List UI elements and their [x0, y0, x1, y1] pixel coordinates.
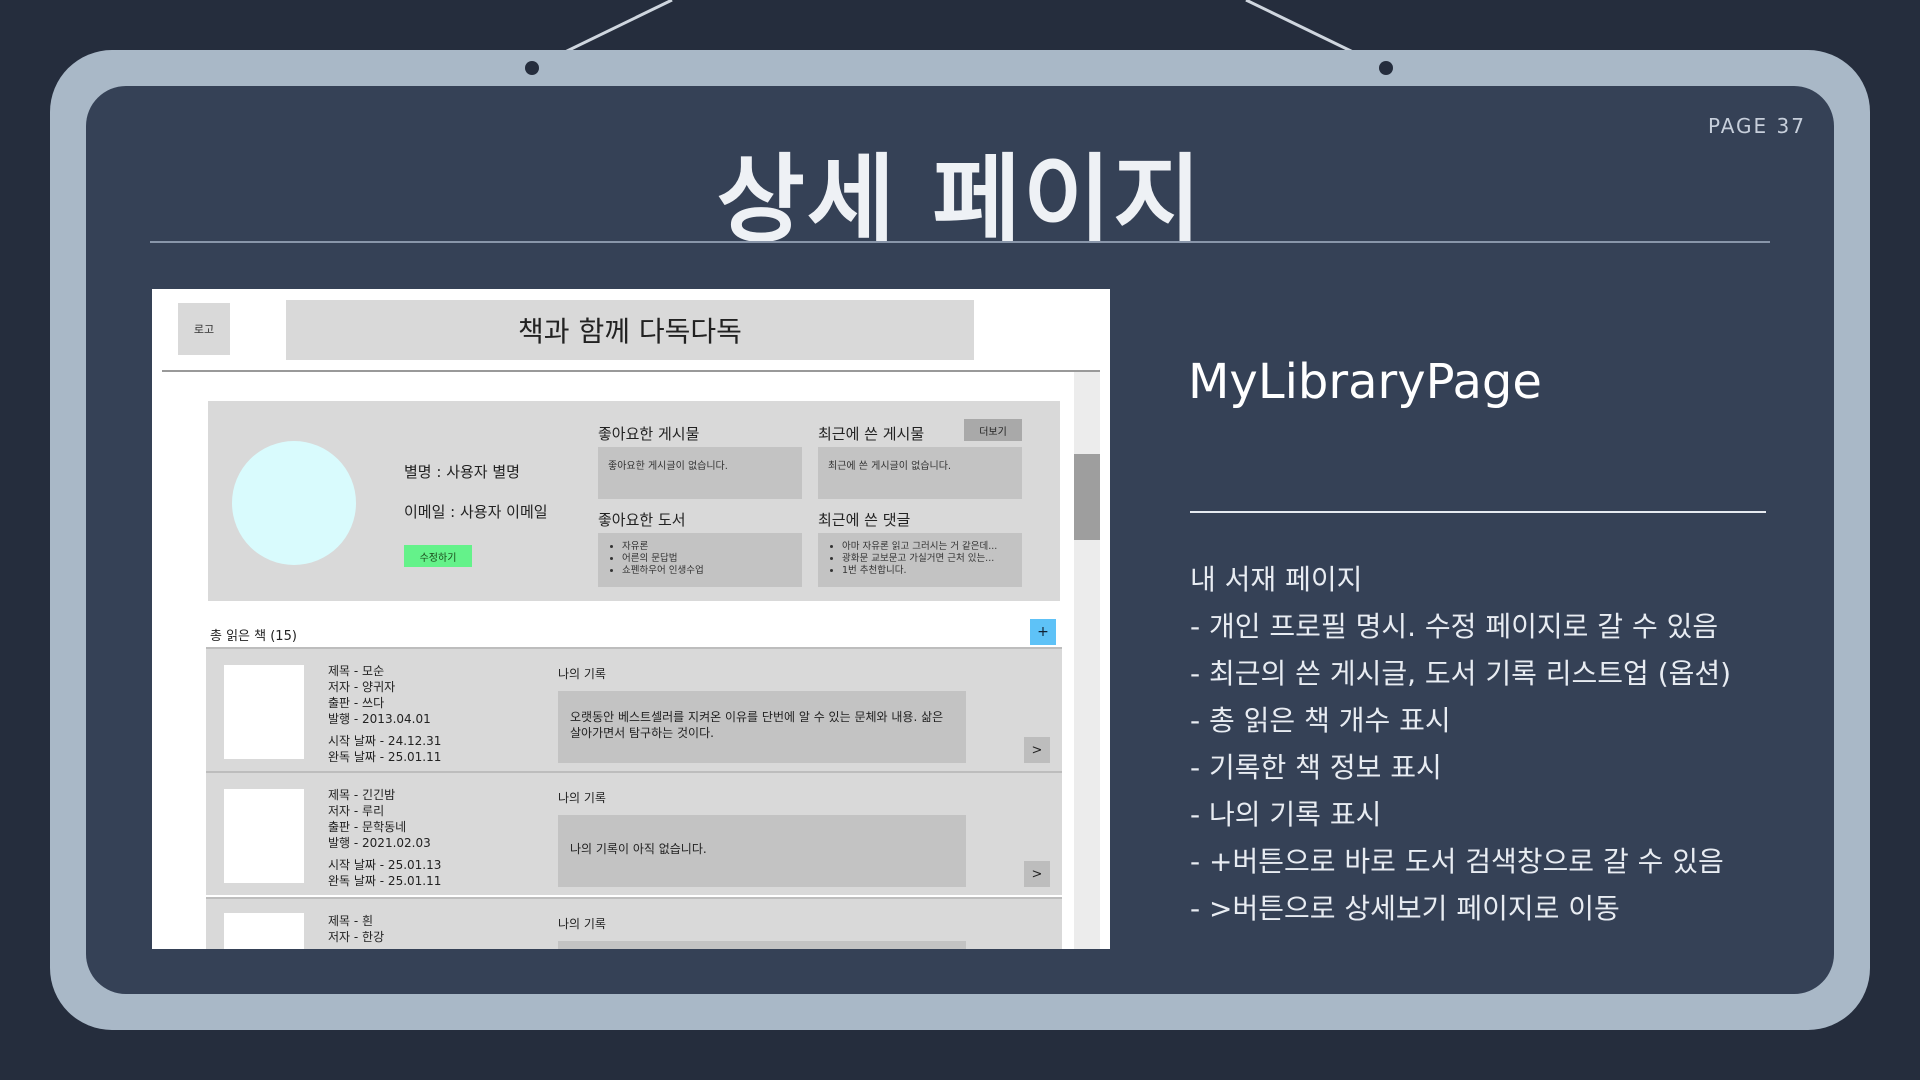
book-published: 발행 - 2021.02.03: [328, 836, 431, 850]
book-meta: 제목 - 모순 저자 - 양귀자 출판 - 쓰다 발행 - 2013.04.01…: [328, 663, 441, 765]
book-publisher: 출판 - 문학동네: [328, 820, 407, 834]
description-line: - 최근의 쓴 게시글, 도서 기록 리스트업 (옵션): [1190, 657, 1732, 690]
book-cover: [224, 789, 304, 883]
header-divider: [162, 370, 1100, 372]
list-item[interactable]: 쇼펜하우어 인생수업: [622, 565, 792, 577]
recent-comments-box: 아마 자유론 읽고 그러시는 거 같은데... 광화문 교보문고 가실거면 근처…: [818, 533, 1022, 587]
book-finish-date: 완독 날짜 - 25.01.11: [328, 750, 442, 764]
email-text: 이메일 : 사용자 이메일: [404, 503, 548, 521]
description-line: - 기록한 책 정보 표시: [1190, 751, 1442, 784]
profile-section: 별명 : 사용자 별명 이메일 : 사용자 이메일 수정하기 좋아요한 게시물 …: [208, 401, 1060, 601]
recent-posts-empty: 최근에 쓴 게시글이 없습니다.: [828, 461, 952, 472]
slide-panel: PAGE 37 상세 페이지 로고 책과 함께 다독다독 별명 : 사용자 별명…: [86, 86, 1834, 994]
liked-books-label: 좋아요한 도서: [598, 511, 686, 529]
total-books-label: 총 읽은 책 (15): [210, 629, 297, 644]
book-meta: 제목 - 흰 저자 - 한강: [328, 913, 384, 945]
liked-posts-label: 좋아요한 게시물: [598, 425, 700, 443]
recent-posts-box: 최근에 쓴 게시글이 없습니다.: [818, 447, 1022, 499]
description-line: - +버튼으로 바로 도서 검색창으로 갈 수 있음: [1190, 845, 1724, 878]
hanger-pins: [525, 61, 1393, 75]
liked-posts-box: 좋아요한 게시글이 없습니다.: [598, 447, 802, 499]
recent-comments-label: 최근에 쓴 댓글: [818, 511, 911, 529]
book-start-date: 시작 날짜 - 24.12.31: [328, 734, 442, 748]
description-line: - 개인 프로필 명시. 수정 페이지로 갈 수 있음: [1190, 610, 1719, 643]
book-title: 제목 - 흰: [328, 914, 374, 928]
list-item[interactable]: 자유론: [622, 541, 792, 553]
liked-books-box: 자유론 어른의 문답법 쇼펜하우어 인생수업: [598, 533, 802, 587]
book-meta: 제목 - 긴긴밤 저자 - 루리 출판 - 문학동네 발행 - 2021.02.…: [328, 787, 441, 889]
book-cover: [224, 665, 304, 759]
list-item[interactable]: 1번 추천합니다.: [842, 565, 1012, 577]
record-text: 나의 기록이 아직 없습니다.: [558, 815, 966, 887]
scrollbar-thumb[interactable]: [1074, 454, 1100, 540]
book-published: 발행 - 2013.04.01: [328, 712, 431, 726]
book-author: 저자 - 양귀자: [328, 680, 396, 694]
book-author: 저자 - 루리: [328, 804, 385, 818]
record-label: 나의 기록: [558, 667, 606, 681]
book-start-date: 시작 날짜 - 25.01.13: [328, 858, 442, 872]
nickname-text: 별명 : 사용자 별명: [404, 463, 520, 481]
list-item[interactable]: 아마 자유론 읽고 그러시는 거 같은데...: [842, 541, 1012, 553]
recent-posts-label: 최근에 쓴 게시물: [818, 425, 925, 443]
description-line: - >버튼으로 상세보기 페이지로 이동: [1190, 892, 1620, 925]
list-item[interactable]: 어른의 문답법: [622, 553, 792, 565]
book-cover: [224, 913, 304, 949]
book-title: 제목 - 모순: [328, 664, 385, 678]
add-book-button[interactable]: +: [1030, 619, 1056, 645]
book-card[interactable]: 제목 - 긴긴밤 저자 - 루리 출판 - 문학동네 발행 - 2021.02.…: [206, 771, 1062, 895]
record-label: 나의 기록: [558, 791, 606, 805]
book-title: 제목 - 긴긴밤: [328, 788, 396, 802]
book-author: 저자 - 한강: [328, 930, 385, 944]
ui-mockup-screenshot: 로고 책과 함께 다독다독 별명 : 사용자 별명 이메일 : 사용자 이메일 …: [152, 289, 1110, 949]
record-text: [558, 941, 966, 949]
record-text: 오랫동안 베스트셀러를 지켜온 이유를 단번에 알 수 있는 문체와 내용. 삶…: [558, 691, 966, 763]
description-line: 내 서재 페이지: [1190, 563, 1363, 596]
list-item[interactable]: 광화문 교보문고 가실거면 근처 있는...: [842, 553, 1012, 565]
title-divider: [150, 241, 1770, 243]
liked-posts-empty: 좋아요한 게시글이 없습니다.: [608, 461, 728, 472]
description-list: 내 서재 페이지 - 개인 프로필 명시. 수정 페이지로 갈 수 있음 - 최…: [1190, 556, 1731, 932]
description-line: - 나의 기록 표시: [1190, 798, 1382, 831]
book-publisher: 출판 - 쓰다: [328, 696, 385, 710]
book-finish-date: 완독 날짜 - 25.01.11: [328, 874, 442, 888]
more-button[interactable]: 더보기: [964, 419, 1022, 441]
detail-button[interactable]: >: [1024, 861, 1050, 887]
detail-button[interactable]: >: [1024, 737, 1050, 763]
description-divider: [1190, 511, 1766, 513]
description-line: - 총 읽은 책 개수 표시: [1190, 704, 1451, 737]
edit-profile-button[interactable]: 수정하기: [404, 545, 472, 567]
page-component-name: MyLibraryPage: [1188, 354, 1542, 410]
logo[interactable]: 로고: [178, 303, 230, 355]
book-card[interactable]: 제목 - 모순 저자 - 양귀자 출판 - 쓰다 발행 - 2013.04.01…: [206, 647, 1062, 771]
avatar: [232, 441, 356, 565]
book-card[interactable]: 제목 - 흰 저자 - 한강 나의 기록: [206, 897, 1062, 949]
app-title: 책과 함께 다독다독: [286, 300, 974, 360]
record-label: 나의 기록: [558, 917, 606, 931]
